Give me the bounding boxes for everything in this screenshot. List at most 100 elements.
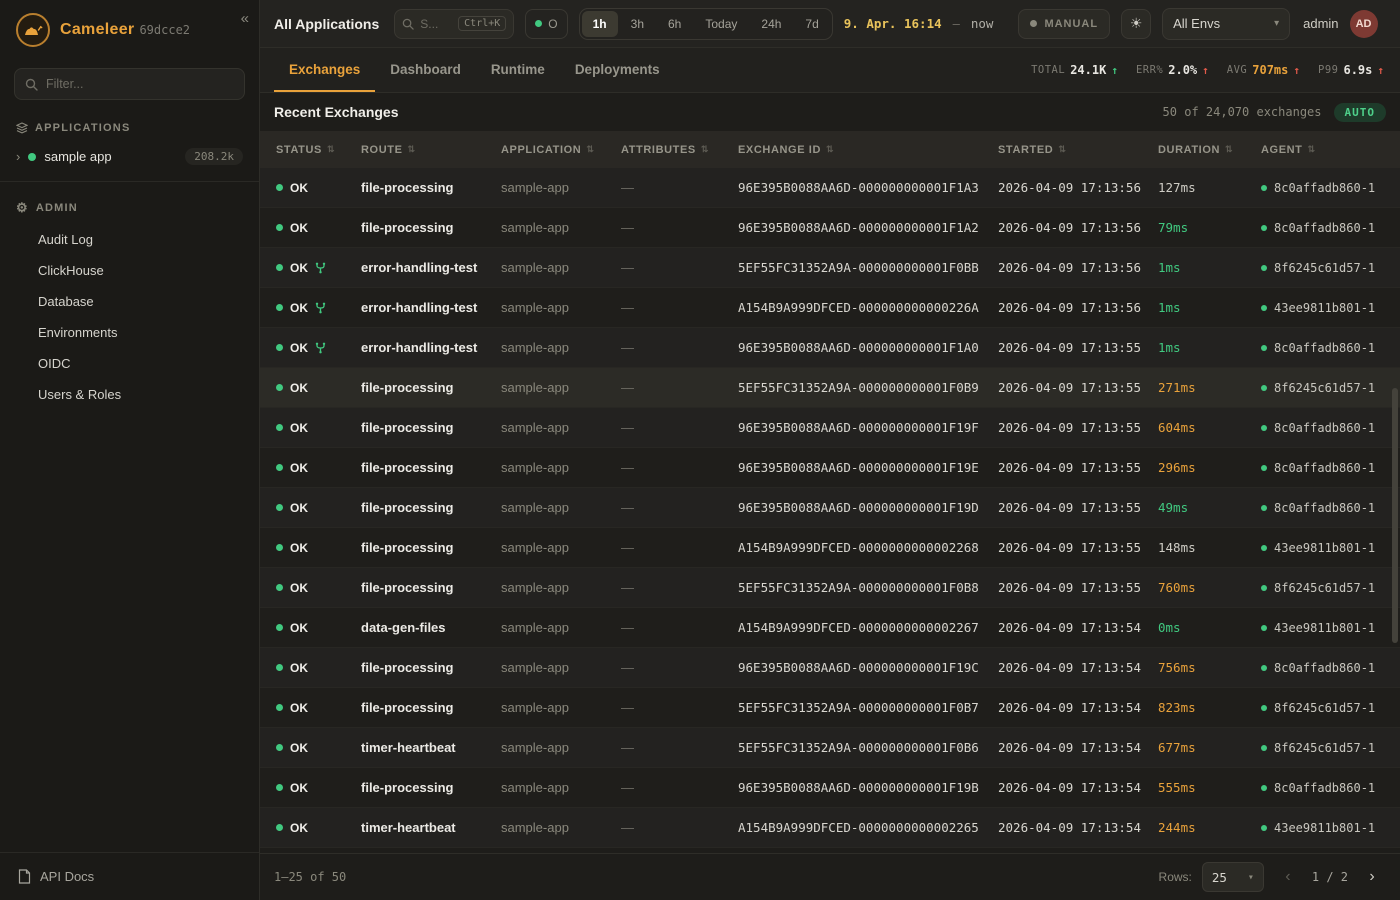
next-page-button[interactable]: › [1358,863,1386,891]
sidebar-item-audit-log[interactable]: Audit Log [0,224,259,255]
range-button-6h[interactable]: 6h [657,11,692,37]
column-header-started[interactable]: STARTED⇅ [998,144,1158,156]
column-header-agent[interactable]: AGENT⇅ [1261,144,1384,156]
table-row[interactable]: OKerror-handling-testsample-app—96E395B0… [260,328,1400,368]
tab-exchanges[interactable]: Exchanges [274,48,375,92]
range-button-24h[interactable]: 24h [750,11,792,37]
scrollbar-thumb[interactable] [1392,388,1398,643]
status-cell: OK [276,261,361,275]
started-cell: 2026-04-09 17:13:54 [998,740,1158,755]
table-row[interactable]: OKfile-processingsample-app—5EF55FC31352… [260,688,1400,728]
range-button-today[interactable]: Today [694,11,748,37]
route-cell: error-handling-test [361,340,501,355]
duration-cell: 604ms [1158,420,1261,435]
applications-section-label: APPLICATIONS [35,122,130,134]
table-row[interactable]: OKfile-processingsample-app—96E395B0088A… [260,648,1400,688]
tabs-row: ExchangesDashboardRuntimeDeployments TOT… [260,48,1400,93]
range-button-3h[interactable]: 3h [620,11,655,37]
table-row[interactable]: OKfile-processingsample-app—96E395B0088A… [260,408,1400,448]
agent-status-dot [1261,785,1267,791]
sidebar-collapse-button[interactable]: « [241,10,249,27]
exchange-id-cell: A154B9A999DFCED-0000000000002268 [738,540,998,555]
agent-cell: 8f6245c61d57-1 [1261,581,1384,595]
build-version: 69dcce2 [139,23,190,37]
stat-errpct: ERR%2.0%↑ [1136,63,1209,77]
route-cell: file-processing [361,660,501,675]
route-cell: timer-heartbeat [361,740,501,755]
api-docs-link[interactable]: API Docs [0,852,259,900]
prev-page-button[interactable]: ‹ [1274,863,1302,891]
chevron-right-icon[interactable]: › [16,149,20,164]
manual-refresh-button[interactable]: MANUAL [1018,9,1110,39]
table-row[interactable]: OKtimer-heartbeatsample-app—A154B9A999DF… [260,808,1400,848]
route-cell: file-processing [361,700,501,715]
tab-deployments[interactable]: Deployments [560,48,675,92]
table-header: STATUS⇅ROUTE⇅APPLICATION⇅ATTRIBUTES⇅EXCH… [260,131,1400,168]
table-row[interactable]: OKerror-handling-testsample-app—5EF55FC3… [260,248,1400,288]
stat-avg: AVG707ms↑ [1227,63,1300,77]
started-cell: 2026-04-09 17:13:55 [998,460,1158,475]
agent-cell: 43ee9811b801-1 [1261,621,1384,635]
column-header-duration[interactable]: DURATION⇅ [1158,144,1261,156]
time-range-start[interactable]: 9. Apr. 16:14 [844,16,942,31]
agent-cell: 43ee9811b801-1 [1261,821,1384,835]
trend-up-icon: ↑ [1202,64,1209,77]
table-row[interactable]: OKfile-processingsample-app—96E395B0088A… [260,488,1400,528]
table-row[interactable]: OKfile-processingsample-app—5EF55FC31352… [260,368,1400,408]
table-row[interactable]: OKdata-gen-filessample-app—A154B9A999DFC… [260,608,1400,648]
table-row[interactable]: OKfile-processingsample-app—96E395B0088A… [260,448,1400,488]
column-header-status[interactable]: STATUS⇅ [276,144,361,156]
column-header-attributes[interactable]: ATTRIBUTES⇅ [621,144,738,156]
sidebar-item-database[interactable]: Database [0,286,259,317]
range-button-7d[interactable]: 7d [794,11,829,37]
exchange-id-cell: 96E395B0088AA6D-000000000001F19D [738,500,998,515]
sidebar-item-environments[interactable]: Environments [0,317,259,348]
rows-per-page-value: 25 [1212,870,1227,885]
table-row[interactable]: OKtimer-heartbeatsample-app—5EF55FC31352… [260,728,1400,768]
status-ok-dot [276,624,283,631]
column-header-route[interactable]: ROUTE⇅ [361,144,501,156]
online-label: O [548,17,557,31]
table-row[interactable]: OKfile-processingsample-app—5EF55FC31352… [260,568,1400,608]
exchange-id-cell: 96E395B0088AA6D-000000000001F19E [738,460,998,475]
route-cell: file-processing [361,220,501,235]
filter-placeholder: Filter... [46,77,84,91]
time-range-end[interactable]: now [971,16,994,31]
table-row[interactable]: OKfile-processingsample-app—A154B9A999DF… [260,528,1400,568]
table-row[interactable]: OKfile-processingsample-app—96E395B0088A… [260,168,1400,208]
theme-toggle-button[interactable]: ☀ [1121,9,1151,39]
auto-refresh-badge[interactable]: AUTO [1334,103,1387,122]
started-cell: 2026-04-09 17:13:55 [998,340,1158,355]
status-ok-dot [276,784,283,791]
rows-per-page-select[interactable]: 25 ▾ [1202,862,1264,892]
agent-status-dot [1261,385,1267,391]
user-avatar[interactable]: AD [1350,10,1378,38]
status-cell: OK [276,581,361,595]
sidebar-item-sample-app[interactable]: › sample app 208.2k [0,142,259,171]
global-search-input[interactable]: S... Ctrl+K [394,9,514,39]
sidebar-item-users-roles[interactable]: Users & Roles [0,379,259,410]
sidebar-filter-input[interactable]: Filter... [14,68,245,100]
route-cell: file-processing [361,540,501,555]
attributes-cell: — [621,820,738,835]
agent-cell: 8c0affadb860-1 [1261,501,1384,515]
table-row[interactable]: OKfile-processingsample-app—96E395B0088A… [260,208,1400,248]
sidebar-item-clickhouse[interactable]: ClickHouse [0,255,259,286]
tab-runtime[interactable]: Runtime [476,48,560,92]
application-cell: sample-app [501,580,621,595]
tab-dashboard[interactable]: Dashboard [375,48,476,92]
range-button-1h[interactable]: 1h [582,11,618,37]
agent-status-dot [1261,585,1267,591]
attributes-cell: — [621,180,738,195]
status-cell: OK [276,421,361,435]
column-header-exchange-id[interactable]: EXCHANGE ID⇅ [738,144,998,156]
env-select-dropdown[interactable]: All Envs ▾ [1162,8,1290,40]
online-toggle[interactable]: O [525,9,567,39]
application-cell: sample-app [501,740,621,755]
table-row[interactable]: OKfile-processingsample-app—96E395B0088A… [260,768,1400,808]
sort-icon: ⇅ [701,144,709,155]
sidebar-item-oidc[interactable]: OIDC [0,348,259,379]
table-row[interactable]: OKerror-handling-testsample-app—A154B9A9… [260,288,1400,328]
column-header-application[interactable]: APPLICATION⇅ [501,144,621,156]
route-cell: error-handling-test [361,300,501,315]
